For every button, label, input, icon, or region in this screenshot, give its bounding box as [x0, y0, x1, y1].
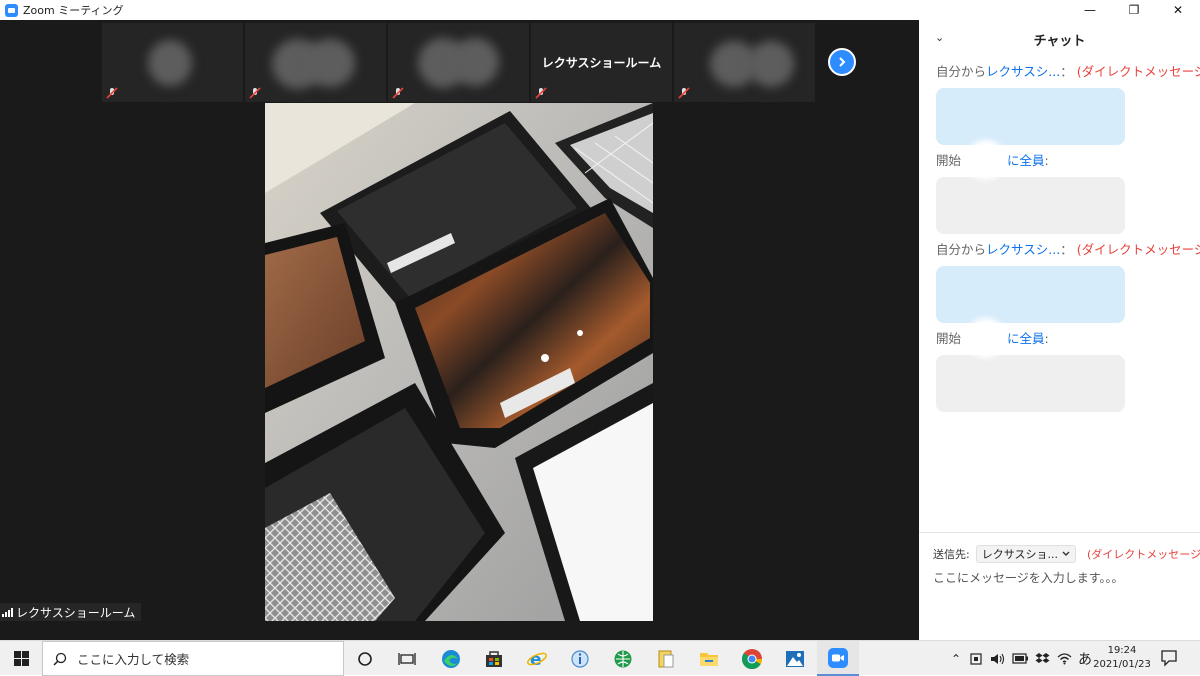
- message-recipient[interactable]: レクサスシ...: [986, 64, 1060, 79]
- recipient-select-value: レクサスショ...: [981, 548, 1058, 561]
- message-sender: 開始: [936, 331, 962, 346]
- message-separator: :: [1044, 153, 1049, 168]
- chat-message-input[interactable]: [933, 568, 1188, 588]
- chat-message: 開始 に全員:: [936, 140, 1186, 234]
- chat-message: 自分からレクサスシ...： (ダイレクトメッセージ): [936, 61, 1200, 145]
- message-bubble: [936, 355, 1125, 412]
- chat-message: 開始 に全員:: [936, 318, 1186, 412]
- search-icon: [53, 652, 67, 666]
- main-video-feed[interactable]: [265, 103, 653, 621]
- participant-thumbnail[interactable]: [674, 23, 815, 102]
- windows-logo-icon: [13, 651, 29, 666]
- clock-date: 2021/01/23: [1093, 659, 1151, 670]
- send-to-row: 送信先: レクサスショ... (ダイレクトメッセージ): [933, 545, 1200, 563]
- send-to-label: 送信先:: [933, 548, 970, 561]
- notes-app-icon[interactable]: [645, 641, 687, 676]
- clock-time: 19:24: [1107, 645, 1137, 656]
- taskbar-clock[interactable]: 19:24 2021/01/23: [1093, 644, 1151, 672]
- message-sender: 自分から: [936, 242, 987, 257]
- direct-message-badge: (ダイレクトメッセージ): [1076, 242, 1200, 257]
- connection-signal-icon: [2, 607, 13, 617]
- dropbox-icon[interactable]: [1035, 652, 1050, 666]
- chevron-down-icon: [1062, 551, 1070, 556]
- redaction-blur: [966, 318, 1006, 358]
- svg-text:e: e: [530, 650, 542, 670]
- window-controls: — ❐ ✕: [1068, 0, 1200, 20]
- chat-title: チャット: [1033, 33, 1086, 49]
- start-button[interactable]: [0, 641, 42, 676]
- minimize-button[interactable]: —: [1068, 0, 1112, 20]
- edge-icon[interactable]: [430, 641, 472, 676]
- mic-muted-icon: [249, 87, 261, 99]
- restore-button[interactable]: ❐: [1112, 0, 1156, 20]
- photos-icon[interactable]: [774, 641, 816, 676]
- message-recipient[interactable]: レクサスシ...: [986, 242, 1060, 257]
- battery-icon[interactable]: [1012, 653, 1029, 664]
- title-bar: Zoom ミーティング — ❐ ✕: [0, 0, 1200, 20]
- chrome-icon[interactable]: [731, 641, 773, 676]
- mic-muted-icon: [535, 87, 547, 99]
- redaction-blur: [966, 140, 1006, 180]
- mic-muted-icon: [678, 87, 690, 99]
- message-separator: ：: [1060, 64, 1073, 79]
- chevron-up-icon[interactable]: ⌃: [948, 652, 964, 666]
- volume-icon[interactable]: [990, 652, 1005, 666]
- direct-message-badge: (ダイレクトメッセージ): [1087, 548, 1200, 561]
- direct-message-badge: (ダイレクトメッセージ): [1076, 64, 1200, 79]
- message-bubble: [936, 266, 1125, 323]
- chat-message: 自分からレクサスシ...： (ダイレクトメッセージ): [936, 239, 1200, 323]
- window-title: Zoom ミーティング: [23, 4, 124, 17]
- search-placeholder: ここに入力して検索: [77, 652, 190, 667]
- file-explorer-icon[interactable]: [688, 641, 730, 676]
- message-sender: 自分から: [936, 64, 987, 79]
- message-recipient[interactable]: に全員: [1007, 331, 1045, 346]
- store-icon[interactable]: [473, 641, 515, 676]
- message-separator: :: [1044, 331, 1049, 346]
- participant-thumbnail[interactable]: [245, 23, 386, 102]
- participant-thumbnail[interactable]: [102, 23, 243, 102]
- close-button[interactable]: ✕: [1156, 0, 1200, 20]
- info-icon[interactable]: [559, 641, 601, 676]
- message-header: 自分からレクサスシ...： (ダイレクトメッセージ): [936, 239, 1200, 258]
- chevron-right-icon: [839, 57, 846, 67]
- message-bubble: [936, 88, 1125, 145]
- active-speaker-name: レクサスショールーム: [16, 605, 136, 620]
- participant-thumbnail[interactable]: レクサスショールーム: [531, 23, 672, 102]
- chevron-down-icon[interactable]: ⌄: [935, 31, 944, 44]
- video-frame: [265, 103, 653, 621]
- message-separator: ：: [1060, 242, 1073, 257]
- cortana-icon[interactable]: [344, 641, 386, 676]
- windows-taskbar: ここに入力して検索 e ⌃ あ 19:24 2021/01/23: [0, 640, 1200, 676]
- ime-indicator[interactable]: あ: [1078, 649, 1092, 669]
- chat-composer: 送信先: レクサスショ... (ダイレクトメッセージ): [919, 532, 1200, 640]
- zoom-icon[interactable]: [817, 641, 859, 676]
- participant-thumbnail[interactable]: [388, 23, 529, 102]
- chat-header: ⌄ チャット: [919, 20, 1200, 58]
- ie-icon[interactable]: e: [516, 641, 558, 676]
- message-sender: 開始: [936, 153, 962, 168]
- wifi-icon[interactable]: [1057, 652, 1072, 665]
- active-speaker-label: レクサスショールーム: [0, 603, 142, 621]
- system-tray: ⌃ あ: [948, 641, 1092, 676]
- notification-center-icon[interactable]: [1160, 649, 1178, 667]
- mic-muted-icon: [392, 87, 404, 99]
- next-page-button[interactable]: [828, 48, 856, 76]
- device-icon[interactable]: [969, 652, 983, 666]
- globe-app-icon[interactable]: [602, 641, 644, 676]
- participant-strip: レクサスショールーム: [102, 23, 815, 102]
- task-view-icon[interactable]: [386, 641, 428, 676]
- mic-muted-icon: [106, 87, 118, 99]
- message-bubble: [936, 177, 1125, 234]
- message-header: 自分からレクサスシ...： (ダイレクトメッセージ): [936, 61, 1200, 80]
- meeting-area: レクサスショールーム レクサスショールーム: [0, 20, 919, 640]
- recipient-select[interactable]: レクサスショ...: [975, 545, 1076, 563]
- message-recipient[interactable]: に全員: [1007, 153, 1045, 168]
- participant-name: レクサスショールーム: [541, 56, 662, 70]
- zoom-logo-icon: [5, 3, 18, 17]
- taskbar-search-box[interactable]: ここに入力して検索: [42, 641, 344, 676]
- chat-panel: ⌄ チャット 自分からレクサスシ...： (ダイレクトメッセージ) 開始 に全員:…: [919, 20, 1200, 640]
